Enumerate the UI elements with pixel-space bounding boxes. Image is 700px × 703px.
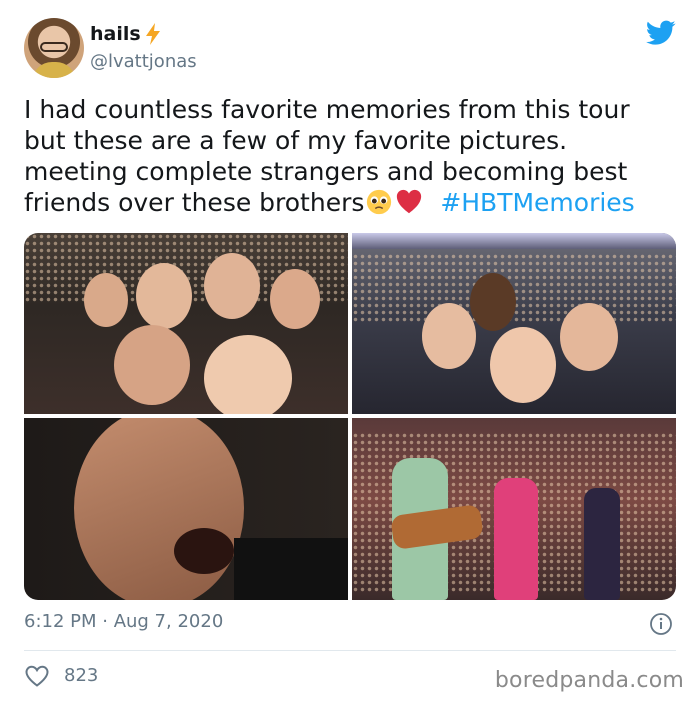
photo-selfie-group-1[interactable]	[24, 233, 348, 414]
pleading-face-emoji	[367, 189, 392, 215]
photo-grid	[24, 233, 676, 600]
photo-selfie-group-2[interactable]	[352, 233, 676, 414]
heart-icon[interactable]	[24, 664, 50, 688]
tweet-text-line: meeting complete strangers and becoming …	[24, 157, 628, 186]
photo-stage-performance[interactable]	[352, 418, 676, 600]
avatar[interactable]	[24, 18, 84, 78]
photo-singer-closeup[interactable]	[24, 418, 348, 600]
tweet-text-line: I had countless favorite memories from t…	[24, 95, 630, 124]
tweet-card: hails @lvattjonas I had countless favori…	[0, 0, 700, 703]
info-icon[interactable]	[649, 612, 673, 636]
tweet-text: I had countless favorite memories from t…	[24, 94, 674, 218]
tweet-text-fragment: friends over these brothers	[24, 188, 365, 217]
tweet-timestamp[interactable]: 6:12 PM · Aug 7, 2020	[24, 611, 223, 632]
twitter-bird-icon[interactable]	[646, 20, 676, 46]
display-name[interactable]: hails	[90, 22, 163, 46]
red-heart-emoji	[397, 189, 422, 214]
tweet-text-line-last: friends over these brothers #HBTMemories	[24, 187, 674, 218]
watermark: boredpanda.com	[494, 668, 684, 693]
like-count: 823	[64, 665, 99, 686]
tweet-text-line: but these are a few of my favorite pictu…	[24, 126, 568, 155]
display-name-text: hails	[90, 23, 141, 45]
divider	[24, 650, 676, 651]
user-handle[interactable]: @lvattjonas	[90, 51, 197, 72]
lightning-bolt-icon	[145, 23, 160, 45]
hashtag-link[interactable]: #HBTMemories	[440, 188, 634, 217]
